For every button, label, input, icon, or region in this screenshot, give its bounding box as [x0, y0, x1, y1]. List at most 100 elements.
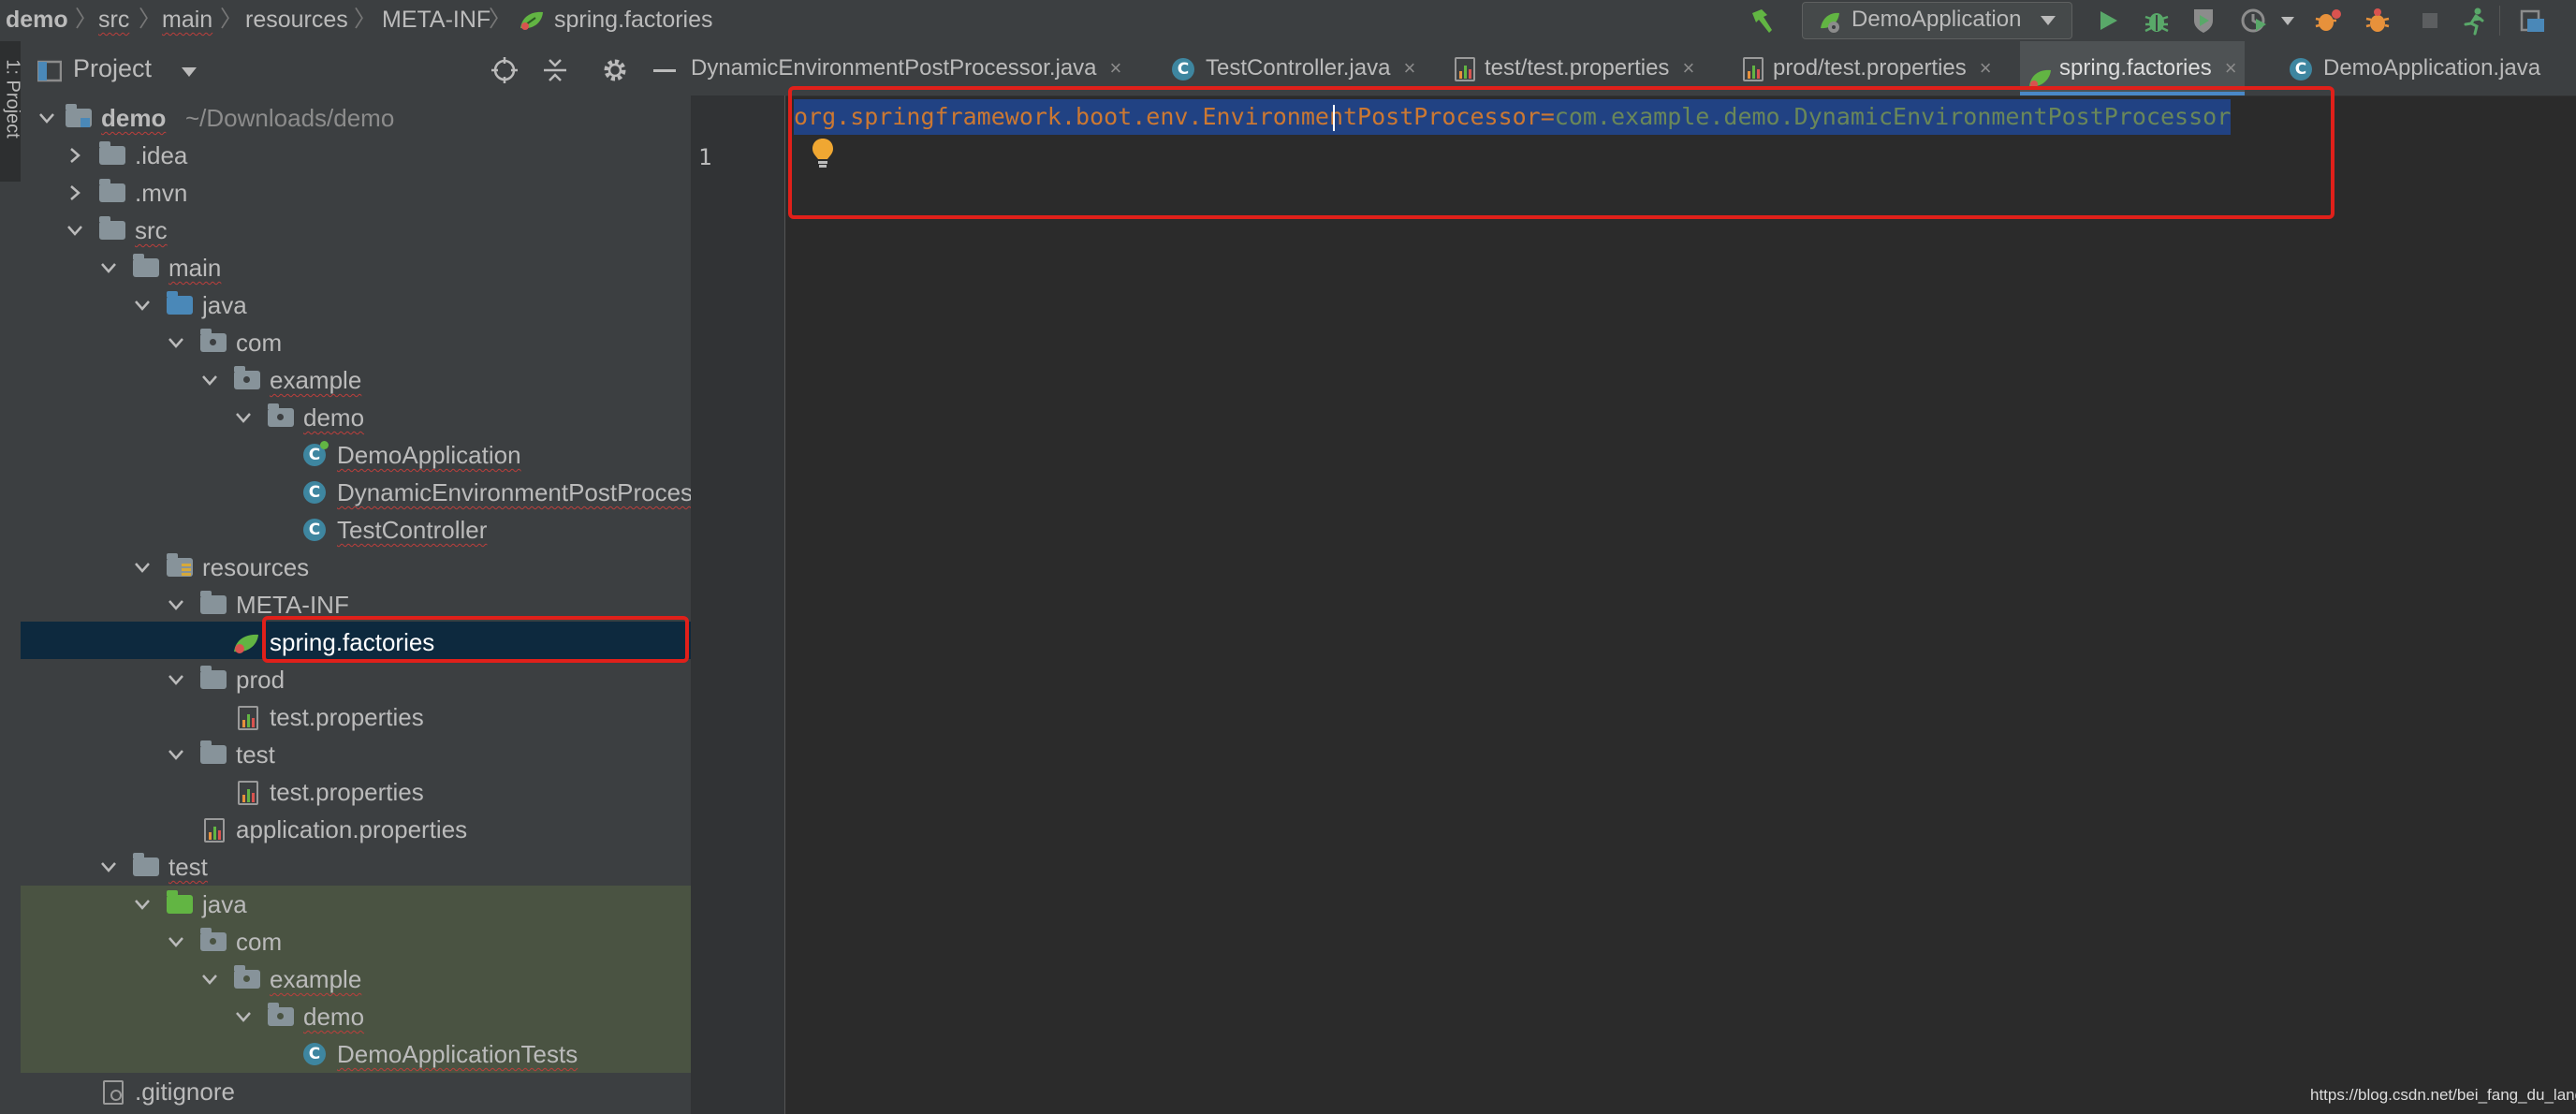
breadcrumb-file[interactable]: spring.factories — [554, 0, 713, 41]
tree-row-demo-application-tests[interactable]: C DemoApplicationTests — [21, 1035, 691, 1073]
chevron-down-icon[interactable] — [37, 99, 56, 137]
tree-row-idea[interactable]: .idea — [21, 137, 691, 174]
chevron-down-icon[interactable] — [2281, 17, 2294, 25]
tree-item-label: test.properties — [270, 703, 424, 731]
chevron-right-icon[interactable] — [66, 174, 84, 212]
breadcrumb-separator: 〉 — [489, 7, 511, 32]
build-hammer-icon[interactable] — [1747, 6, 1777, 36]
chevron-down-icon[interactable] — [182, 67, 197, 77]
tree-row-test-example[interactable]: example — [21, 960, 691, 998]
tree-row-test-com[interactable]: com — [21, 923, 691, 960]
breadcrumb-src[interactable]: src — [98, 0, 129, 41]
tree-item-label: DynamicEnvironmentPostProcessor — [337, 478, 691, 506]
tree-item-label: demo — [303, 403, 365, 432]
tree-row-com[interactable]: com — [21, 324, 691, 361]
tree-row-application-properties[interactable]: application.properties — [21, 811, 691, 848]
tree-row-prod[interactable]: prod — [21, 661, 691, 698]
close-icon[interactable]: × — [1110, 56, 1122, 80]
tree-row-resources[interactable]: resources — [21, 549, 691, 586]
tree-row-java[interactable]: java — [21, 286, 691, 324]
tree-row-test-dir[interactable]: test — [21, 736, 691, 773]
chevron-down-icon[interactable] — [167, 586, 185, 623]
breadcrumb-separator: 〉 — [220, 7, 242, 32]
breadcrumb-resources[interactable]: resources — [245, 0, 348, 41]
tree-item-label: demo — [303, 1003, 365, 1031]
coverage-icon[interactable] — [2188, 6, 2218, 36]
tree-item-label: DemoApplication — [337, 441, 521, 469]
tree-row-dynamic-epp[interactable]: C DynamicEnvironmentPostProcessor — [21, 474, 691, 511]
tree-row-test-demo[interactable]: demo — [21, 998, 691, 1035]
chevron-down-icon[interactable] — [99, 249, 118, 286]
chevron-down-icon[interactable] — [133, 549, 152, 586]
close-icon[interactable]: × — [1980, 56, 1992, 80]
tree-item-label: .idea — [135, 141, 188, 169]
project-structure-icon[interactable] — [2518, 6, 2548, 36]
chevron-down-icon[interactable] — [167, 661, 185, 698]
properties-file-icon — [204, 818, 225, 843]
tree-item-label: prod — [236, 666, 285, 694]
chevron-down-icon[interactable] — [234, 998, 253, 1035]
chevron-down-icon[interactable] — [99, 848, 118, 886]
tree-row-main[interactable]: main — [21, 249, 691, 286]
hide-panel-icon[interactable] — [653, 69, 676, 72]
run-icon[interactable] — [2093, 6, 2123, 36]
chevron-right-icon[interactable] — [66, 137, 84, 174]
editor-gutter: 1 — [691, 95, 785, 1114]
tree-row-gitignore[interactable]: .gitignore — [21, 1073, 691, 1110]
close-icon[interactable]: × — [1682, 56, 1694, 80]
tree-row-test-test-properties[interactable]: test.properties — [21, 773, 691, 811]
tree-row-prod-test-properties[interactable]: test.properties — [21, 698, 691, 736]
collapse-all-icon[interactable] — [541, 56, 569, 89]
chevron-down-icon[interactable] — [133, 886, 152, 923]
attach-profiler-icon[interactable] — [2363, 6, 2393, 36]
breadcrumb-main[interactable]: main — [162, 0, 212, 41]
chevron-down-icon[interactable] — [200, 960, 219, 998]
tree-row-src[interactable]: src — [21, 212, 691, 249]
chevron-down-icon[interactable] — [200, 361, 219, 399]
breadcrumb-project[interactable]: demo — [6, 0, 68, 41]
chevron-down-icon[interactable] — [167, 923, 185, 960]
breadcrumb-separator: 〉 — [354, 7, 376, 32]
locate-icon[interactable] — [490, 56, 519, 89]
tree-item-label: TestController — [337, 516, 488, 544]
breadcrumb-meta-inf[interactable]: META-INF — [382, 0, 490, 41]
gear-icon[interactable] — [601, 56, 629, 89]
chevron-down-icon[interactable] — [133, 286, 152, 324]
chevron-down-icon[interactable] — [66, 212, 84, 249]
close-icon[interactable]: × — [2225, 56, 2237, 80]
tree-row-mvn[interactable]: .mvn — [21, 174, 691, 212]
package-icon — [268, 1003, 294, 1026]
tab-label: prod/test.properties — [1773, 55, 1967, 81]
project-panel-title[interactable]: Project — [73, 54, 152, 83]
run-config-selector[interactable]: DemoApplication — [1802, 2, 2072, 39]
chevron-down-icon[interactable] — [167, 324, 185, 361]
run-anything-icon[interactable] — [2460, 6, 2490, 36]
tree-row-demo[interactable]: demo — [21, 399, 691, 436]
tree-item-label: java — [202, 291, 247, 319]
spring-boot-config-icon — [1818, 9, 1842, 38]
close-icon[interactable]: × — [1403, 56, 1415, 80]
package-icon — [234, 965, 260, 989]
package-icon — [268, 403, 294, 427]
attach-debugger-icon[interactable] — [2314, 6, 2344, 36]
tree-row-example[interactable]: example — [21, 361, 691, 399]
stop-icon[interactable] — [2415, 6, 2445, 36]
properties-file-icon — [1743, 56, 1764, 81]
tree-row-test-java[interactable]: java — [21, 886, 691, 923]
chevron-down-icon[interactable] — [234, 399, 253, 436]
tree-row-demo-application[interactable]: C DemoApplication — [21, 436, 691, 474]
tree-row-test[interactable]: test — [21, 848, 691, 886]
breadcrumb-separator: 〉 — [75, 7, 97, 32]
folder-icon — [200, 740, 227, 764]
debug-icon[interactable] — [2142, 6, 2172, 36]
properties-file-icon — [1455, 56, 1475, 81]
chevron-down-icon[interactable] — [167, 736, 185, 773]
properties-file-icon — [238, 706, 258, 730]
project-tool-tab[interactable]: 1: Project — [0, 41, 23, 182]
profile-icon[interactable] — [2239, 6, 2269, 36]
tree-item-label: .gitignore — [135, 1077, 235, 1106]
tree-item-label: application.properties — [236, 815, 468, 843]
ignore-file-icon — [103, 1080, 124, 1105]
tree-row-test-controller[interactable]: C TestController — [21, 511, 691, 549]
tree-row-project-root[interactable]: demo ~/Downloads/demo — [21, 99, 691, 137]
